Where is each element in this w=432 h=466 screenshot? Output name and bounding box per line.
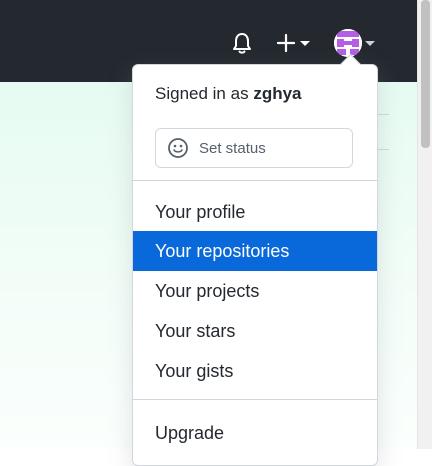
user-dropdown-menu: Signed in as zghya Set status Your profi…	[132, 53, 378, 466]
notifications-button[interactable]	[228, 29, 256, 57]
set-status-button[interactable]: Set status	[155, 128, 353, 168]
caret-down-icon	[365, 40, 375, 46]
divider	[133, 399, 377, 400]
smiley-icon	[167, 137, 189, 159]
username: zghya	[253, 84, 302, 103]
bell-icon	[233, 33, 251, 54]
menu-item-label: Your stars	[155, 320, 236, 341]
menu-item-label: Your gists	[155, 360, 234, 381]
caret-down-icon	[300, 40, 310, 46]
avatar	[334, 29, 362, 57]
menu-item-your-repositories[interactable]: Your repositories	[133, 231, 377, 271]
signed-in-header: Signed in as zghya	[155, 84, 302, 104]
user-menu-button[interactable]	[334, 28, 380, 58]
divider	[133, 180, 377, 181]
create-new-button[interactable]	[275, 29, 317, 57]
plus-icon	[276, 33, 296, 53]
menu-item-label: Your repositories	[155, 240, 290, 261]
menu-item-upgrade[interactable]: Upgrade	[133, 413, 377, 453]
menu-item-your-profile[interactable]: Your profile	[133, 192, 377, 232]
signed-in-prefix: Signed in as	[155, 84, 249, 103]
menu-item-your-projects[interactable]: Your projects	[133, 271, 377, 311]
menu-item-your-gists[interactable]: Your gists	[133, 351, 377, 391]
scrollbar[interactable]	[417, 0, 432, 449]
menu-item-label: Your projects	[155, 280, 260, 301]
set-status-label: Set status	[199, 139, 266, 157]
menu-item-label: Upgrade	[155, 422, 225, 443]
scrollbar-thumb[interactable]	[421, 0, 430, 148]
menu-item-your-stars[interactable]: Your stars	[133, 311, 377, 351]
menu-item-label: Your profile	[155, 201, 246, 222]
